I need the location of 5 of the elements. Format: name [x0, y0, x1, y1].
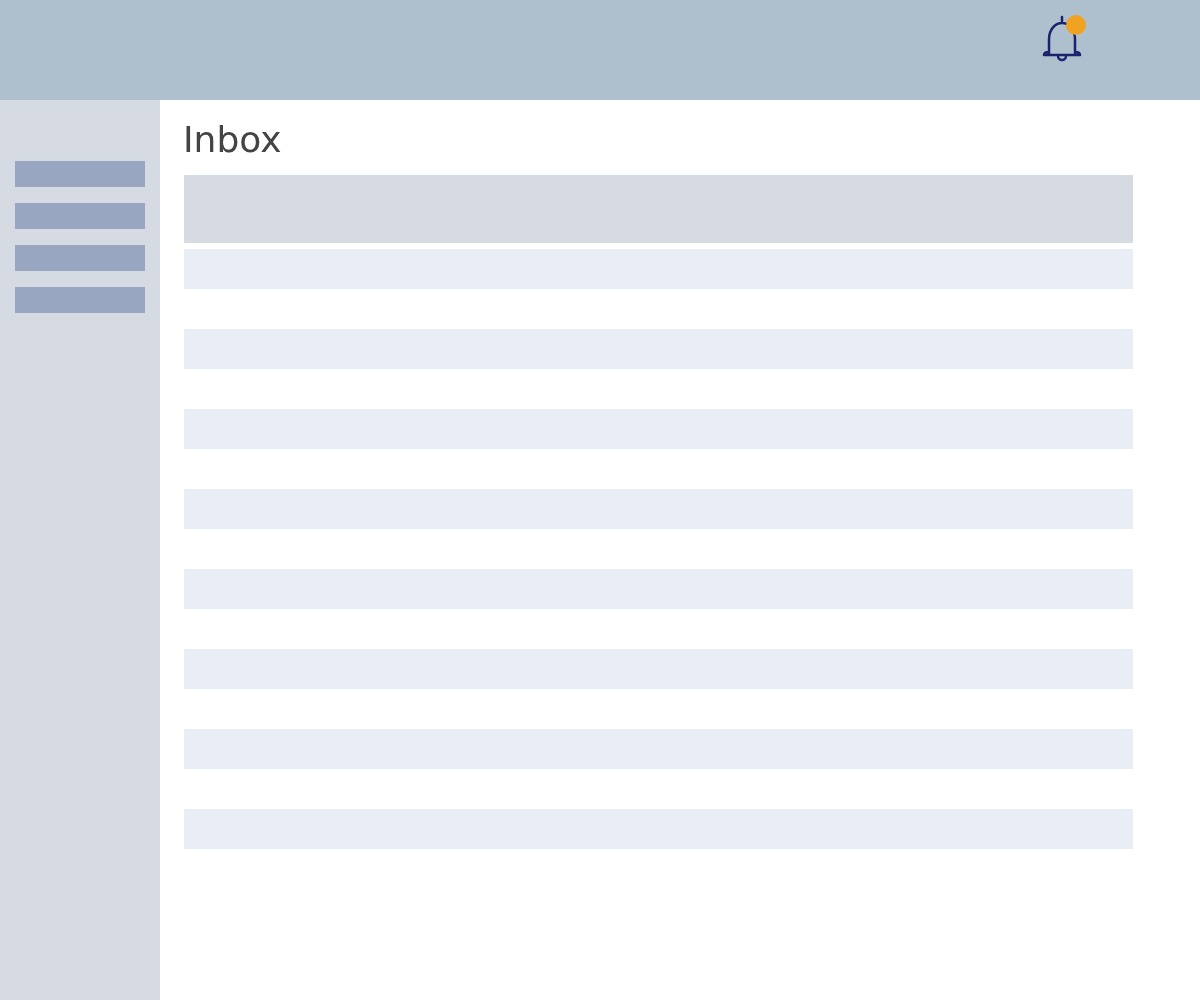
sidebar-item[interactable]	[15, 161, 145, 187]
sidebar-item[interactable]	[15, 203, 145, 229]
sidebar-item[interactable]	[15, 287, 145, 313]
page-title: Inbox	[183, 118, 282, 162]
sidebar-item[interactable]	[15, 245, 145, 271]
